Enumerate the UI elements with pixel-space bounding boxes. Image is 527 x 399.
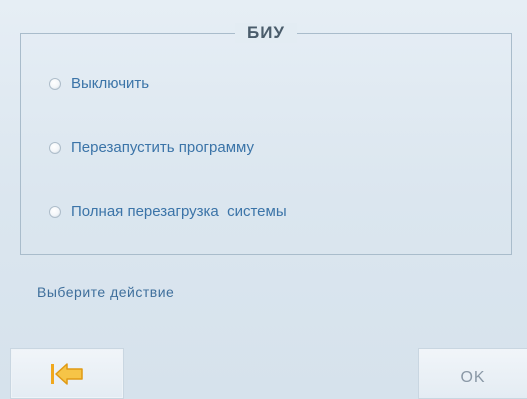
radio-option-label: Полная перезагрузка системы	[71, 203, 287, 220]
radio-option-full-reboot[interactable]: Полная перезагрузка системы	[49, 203, 287, 221]
radio-button[interactable]	[49, 206, 61, 218]
radio-option-restart-program[interactable]: Перезапустить программу	[49, 139, 254, 157]
group-title: БИУ	[234, 23, 298, 43]
radio-button[interactable]	[49, 78, 61, 90]
radio-option-label: Перезапустить программу	[71, 139, 255, 156]
status-text: Выберите действие	[37, 284, 175, 300]
action-groupbox: БИУ Выключить Перезапустить программу По…	[20, 23, 512, 255]
radio-option-label: Выключить	[71, 75, 150, 92]
ok-button-label: OK	[460, 368, 486, 386]
back-button[interactable]	[10, 348, 124, 399]
radio-option-shutdown[interactable]: Выключить	[49, 75, 149, 93]
screen: БИУ Выключить Перезапустить программу По…	[0, 0, 527, 399]
radio-button[interactable]	[49, 142, 61, 154]
back-arrow-icon	[51, 362, 83, 385]
ok-button[interactable]: OK	[418, 348, 527, 399]
